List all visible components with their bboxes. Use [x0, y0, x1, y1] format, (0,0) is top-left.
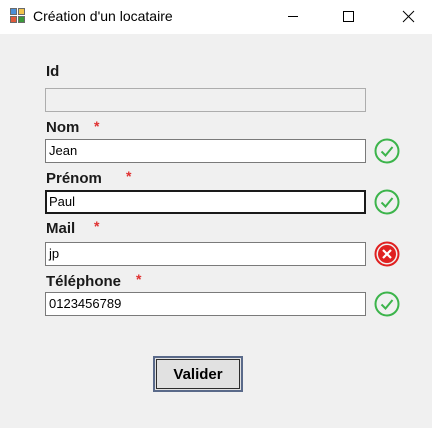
prenom-required-mark: * — [126, 168, 132, 184]
nom-label: Nom — [46, 119, 80, 136]
app-icon — [10, 8, 26, 24]
check-circle-icon — [374, 189, 400, 215]
check-circle-icon — [374, 138, 400, 164]
close-icon — [402, 10, 415, 23]
prenom-label: Prénom — [46, 170, 102, 187]
id-field — [45, 88, 366, 112]
error-circle-icon — [374, 241, 400, 267]
id-label: Id — [46, 63, 60, 80]
window-title: Création d'un locataire — [33, 8, 173, 24]
prenom-field[interactable]: Paul — [45, 190, 366, 214]
minimize-icon — [288, 16, 298, 17]
mail-field[interactable]: jp — [45, 242, 366, 266]
minimize-button[interactable] — [270, 0, 316, 34]
nom-required-mark: * — [94, 118, 100, 134]
mail-label: Mail — [46, 220, 76, 237]
telephone-field[interactable]: 0123456789 — [45, 292, 366, 316]
mail-required-mark: * — [94, 218, 100, 234]
close-button[interactable] — [386, 0, 432, 34]
telephone-label: Téléphone — [46, 273, 122, 290]
maximize-button[interactable] — [325, 0, 371, 34]
maximize-icon — [343, 11, 354, 22]
telephone-required-mark: * — [136, 271, 142, 287]
check-circle-icon — [374, 291, 400, 317]
title-bar: Création d'un locataire — [0, 0, 432, 34]
nom-field[interactable]: Jean — [45, 139, 366, 163]
validate-button[interactable]: Valider — [153, 356, 243, 392]
